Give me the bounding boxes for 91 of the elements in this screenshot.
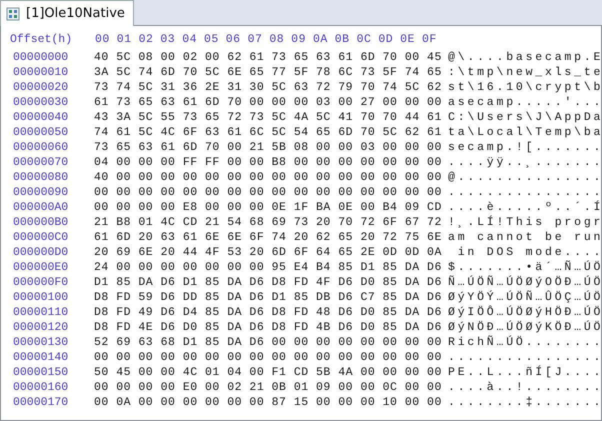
offset-cell-text: 000000A0 xyxy=(13,200,70,215)
ascii-text: ØýNÖÐ…ÚÖØýKÖÐ…ÚÖ xyxy=(448,320,602,335)
hex-bytes: 73 74 5C 31 36 2E 31 30 5C 63 72 79 70 74 5C 62 xyxy=(94,80,442,95)
column-header: 01 xyxy=(116,32,133,48)
offset-cell-text: 00000120 xyxy=(13,320,70,335)
offset-cell-text: 00000090 xyxy=(13,185,70,200)
offset-cell-text: 00000100 xyxy=(13,290,70,305)
offset-cell-text: 00000110 xyxy=(13,305,70,320)
offset-cell-text: 00000060 xyxy=(13,140,70,155)
offset-cell-text: 00000000 xyxy=(13,50,70,65)
ascii-text: st\16.10\crypt\b xyxy=(448,80,602,95)
column-header: 02 xyxy=(138,32,154,48)
hex-bytes: D8 FD 4E D6 D0 85 DA D6 D8 FD 4B D6 D0 85 DA D6 xyxy=(94,320,442,335)
hex-bytes: D8 FD 59 D6 DD 85 DA D6 D1 85 DB D6 C7 85 DA D6 xyxy=(94,290,442,305)
column-header: 0C xyxy=(356,32,372,48)
hex-bytes: 00 00 00 00 E8 00 00 00 0E 1F BA 0E 00 B4 09 CD xyxy=(94,200,442,215)
hex-bytes: 40 00 00 00 00 00 00 00 00 00 00 00 00 00 00 00 xyxy=(94,170,442,185)
column-header: 0B xyxy=(334,32,351,48)
ascii-text: ................ xyxy=(448,185,602,200)
column-header: 04 xyxy=(182,32,198,48)
ascii-text: am cannot be run xyxy=(448,230,602,245)
offset-header: Offset(h) xyxy=(10,32,74,48)
offset-cell-text: 000000C0 xyxy=(13,230,70,245)
ascii-text: @............... xyxy=(448,170,602,185)
column-header: 05 xyxy=(204,32,220,48)
column-header: 0E xyxy=(400,32,416,48)
hex-bytes: 3A 5C 74 6D 70 5C 6E 65 77 5F 78 6C 73 5F 74 65 xyxy=(94,65,442,80)
ascii-text: in DOS mode.... xyxy=(456,245,602,260)
hex-bytes: 00 0A 00 00 00 00 00 00 87 15 00 00 00 10 00 00 xyxy=(94,395,442,410)
offset-cell-text: 00000070 xyxy=(13,155,70,170)
grid-icon xyxy=(6,6,20,20)
offset-cell-text: 000000B0 xyxy=(13,215,70,230)
document-tab[interactable]: [1]Ole10Native xyxy=(0,0,134,26)
offset-cell-text: 00000010 xyxy=(13,65,70,80)
hex-bytes: 20 69 6E 20 44 4F 53 20 6D 6F 64 65 2E 0D 0D 0A xyxy=(94,245,442,260)
hex-bytes: 21 B8 01 4C CD 21 54 68 69 73 20 70 72 6F 67 72 xyxy=(94,215,442,230)
offset-cell-text: 00000160 xyxy=(13,380,70,395)
column-header: 06 xyxy=(226,32,242,48)
column-header: 0A xyxy=(312,32,329,48)
column-header: 0D xyxy=(378,32,394,48)
ascii-text: ................ xyxy=(448,350,602,365)
hex-bytes: 52 69 63 68 D1 85 DA D6 00 00 00 00 00 00 00 00 xyxy=(94,335,442,350)
ascii-text: secamp.![....... xyxy=(448,140,602,155)
column-header: 0F xyxy=(422,32,438,48)
offset-cell-text: 000000F0 xyxy=(13,275,70,290)
ascii-text: :\tmp\new_xls_te xyxy=(448,65,602,80)
hex-bytes: 50 45 00 00 4C 01 04 00 F1 CD 5B 4A 00 00 00 00 xyxy=(94,365,442,380)
hex-bytes: 00 00 00 00 E0 00 02 21 0B 01 09 00 00 0C 00 00 xyxy=(94,380,442,395)
offset-cell-text: 00000030 xyxy=(13,95,70,110)
column-header: 03 xyxy=(160,32,176,48)
ascii-text: ....è.....º..´.Í xyxy=(448,200,602,215)
ascii-text: PE..L...ñÍ[J.... xyxy=(448,365,602,380)
hex-bytes: 24 00 00 00 00 00 00 00 95 E4 B4 85 D1 85 DA D6 xyxy=(94,260,442,275)
offset-cell-text: 00000170 xyxy=(13,395,70,410)
ascii-text: C:\Users\J\AppDa xyxy=(448,110,602,125)
ascii-text: ....à..!........ xyxy=(448,380,602,395)
offset-cell-text: 00000140 xyxy=(13,350,70,365)
column-header: 08 xyxy=(269,32,286,48)
column-header: 07 xyxy=(248,32,264,48)
hex-bytes: 74 61 5C 4C 6F 63 61 6C 5C 54 65 6D 70 5C 62 61 xyxy=(94,125,442,140)
offset-cell-text: 00000040 xyxy=(13,110,70,125)
hex-bytes: 43 3A 5C 55 73 65 72 73 5C 4A 5C 41 70 70 44 61 xyxy=(94,110,442,125)
hex-bytes: 04 00 00 00 FF FF 00 00 B8 00 00 00 00 00 00 00 xyxy=(94,155,442,170)
hex-bytes: 61 73 65 63 61 6D 70 00 00 00 03 00 27 00 00 00 xyxy=(94,95,442,110)
ascii-text: !¸.LÍ!This progr xyxy=(448,215,602,230)
offset-cell-text: 00000050 xyxy=(13,125,70,140)
offset-cell-text: 00000020 xyxy=(13,80,70,95)
ascii-text: $.......•ä´…Ñ…ÚÖ xyxy=(448,260,602,275)
ascii-text: ....ÿÿ..¸....... xyxy=(448,155,602,170)
column-header: 09 xyxy=(291,32,307,48)
ascii-text: asecamp.....'... xyxy=(448,95,602,110)
ascii-text: ta\Local\Temp\ba xyxy=(448,125,602,140)
offset-cell-text: 00000150 xyxy=(13,365,70,380)
ascii-text: @\....basecamp.E xyxy=(448,50,602,65)
ascii-text: ........‡....... xyxy=(448,395,602,410)
column-header: 00 xyxy=(95,32,111,48)
ascii-text: RichÑ…ÚÖ........ xyxy=(448,335,602,350)
hex-bytes: 61 6D 20 63 61 6E 6E 6F 74 20 62 65 20 72 75 6E xyxy=(94,230,442,245)
offset-cell-text: 00000130 xyxy=(13,335,70,350)
ascii-text: ØýYÖÝ…ÚÖÑ…ÛÖÇ…ÚÖ xyxy=(448,290,602,305)
hex-bytes: 00 00 00 00 00 00 00 00 00 00 00 00 00 00 00 00 xyxy=(94,185,442,200)
offset-cell-text: 00000080 xyxy=(13,170,70,185)
offset-cell-text: 000000D0 xyxy=(13,245,70,260)
ascii-text: ØýIÖÔ…ÚÖØýHÖÐ…ÚÖ xyxy=(448,305,602,320)
ascii-text: Ñ…ÚÖÑ…ÚÖØýOÖÐ…ÚÖ xyxy=(448,275,602,290)
hex-bytes: D8 FD 49 D6 D4 85 DA D6 D8 FD 48 D6 D0 85 DA D6 xyxy=(94,305,442,320)
hex-bytes: 40 5C 08 00 02 00 62 61 73 65 63 61 6D 70 00 45 xyxy=(94,50,442,65)
hex-bytes: D1 85 DA D6 D1 85 DA D6 D8 FD 4F D6 D0 85 DA D6 xyxy=(94,275,442,290)
hex-bytes: 73 65 63 61 6D 70 00 21 5B 08 00 00 03 00 00 00 xyxy=(94,140,442,155)
hex-bytes: 00 00 00 00 00 00 00 00 00 00 00 00 00 00 00 00 xyxy=(94,350,442,365)
offset-cell-text: 000000E0 xyxy=(13,260,70,275)
